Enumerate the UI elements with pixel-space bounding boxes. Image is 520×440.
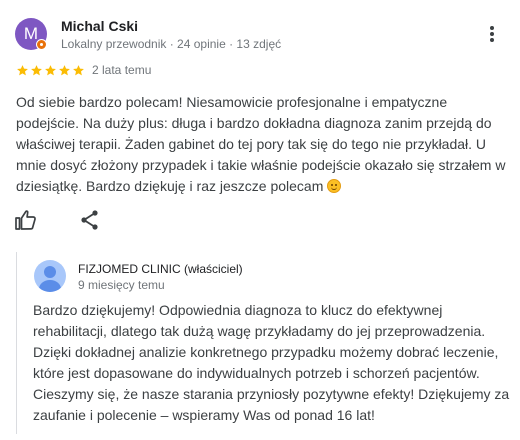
star-icon	[31, 64, 42, 75]
more-vert-icon-dot	[490, 38, 494, 42]
owner-avatar	[34, 260, 66, 292]
like-button[interactable]	[14, 208, 38, 232]
reply-date: 9 miesięcy temu	[78, 278, 165, 292]
star-icon	[17, 64, 28, 75]
more-options-button[interactable]	[482, 24, 502, 46]
review-card: M Michal Cski Lokalny przewodnik · 24 op…	[0, 0, 520, 440]
star-icon	[73, 64, 84, 75]
more-vert-icon-dot	[490, 32, 494, 36]
review-date: 2 lata temu	[92, 63, 152, 77]
star-icon	[59, 64, 70, 75]
thumbs-up-icon	[15, 210, 36, 230]
person-icon-head	[44, 266, 56, 278]
local-guide-badge-icon	[36, 39, 47, 50]
review-text: Od siebie bardzo polecam! Niesamowicie p…	[16, 92, 514, 197]
share-icon	[81, 210, 98, 230]
reply-text: Bardzo dziękujemy! Odpowiednia diagnoza …	[33, 302, 510, 423]
more-vert-icon-dot	[490, 26, 494, 30]
owner-reply: FIZJOMED CLINIC (właściciel) 9 miesięcy …	[16, 252, 515, 434]
review-body: Od siebie bardzo polecam! Niesamowicie p…	[16, 94, 506, 194]
star-rating	[16, 64, 85, 77]
review-rating: 2 lata temu	[16, 62, 151, 78]
reviewer-initial: M	[23, 24, 39, 43]
reviewer-meta: Lokalny przewodnik · 24 opinie · 13 zdję…	[61, 37, 282, 51]
person-icon-body	[39, 280, 61, 292]
reviewer-name[interactable]: Michal Cski	[61, 18, 138, 34]
grinning-face-emoji	[327, 179, 342, 193]
share-button[interactable]	[78, 208, 102, 232]
owner-name: FIZJOMED CLINIC (właściciel)	[78, 262, 243, 276]
star-icon	[45, 64, 56, 75]
